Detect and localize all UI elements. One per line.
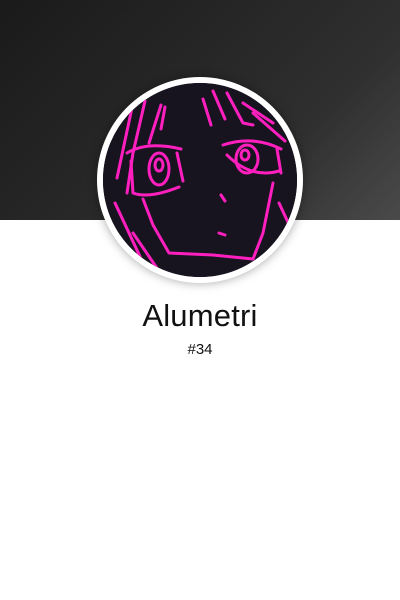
anime-avatar-icon <box>103 83 297 277</box>
avatar-frame <box>97 77 303 283</box>
profile-name: Alumetri <box>142 298 258 333</box>
profile-card: Alumetri #34 <box>0 0 400 600</box>
profile-rank: #34 <box>187 341 213 358</box>
avatar[interactable] <box>103 83 297 277</box>
